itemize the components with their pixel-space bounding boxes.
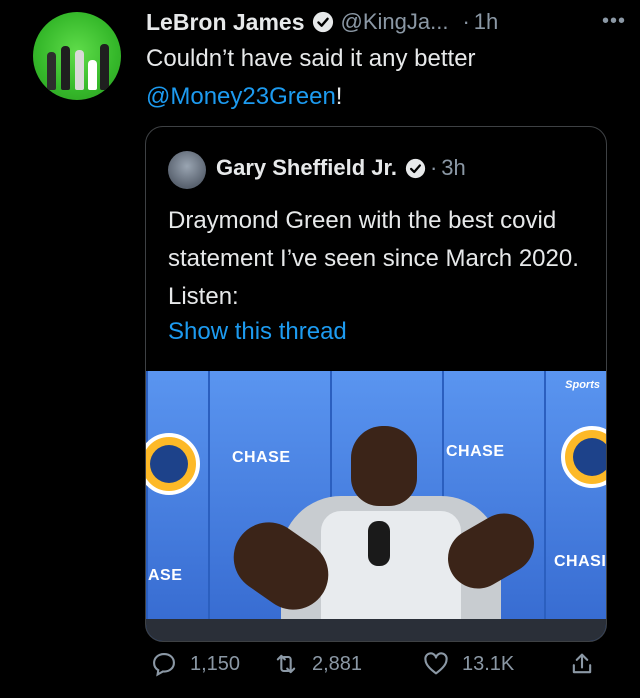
reply-button[interactable]: 1,150 [150,650,240,678]
separator-dot: · [429,155,438,180]
sports-network-badge: Sports [565,379,600,391]
show-thread-link[interactable]: Show this thread [168,318,347,346]
author-handle[interactable]: @KingJa... [341,9,449,35]
tweet-timestamp[interactable]: 1h [474,9,498,35]
tweet-text: Couldn’t have said it any better @Money23… [146,40,616,116]
reply-icon [153,653,175,677]
retweet-icon [276,654,296,674]
like-icon [424,652,448,675]
share-button[interactable] [568,650,596,678]
quoted-tweet-timestamp[interactable]: 3h [441,155,465,181]
retweet-button[interactable]: 2,881 [272,650,362,678]
tweet-text-end: ! [335,83,343,110]
quoted-author-avatar[interactable] [168,151,206,189]
quoted-tweet-text: Draymond Green with the best covid state… [168,207,579,310]
author-name[interactable]: LeBron James [146,9,305,36]
more-icon[interactable]: ••• [602,10,626,33]
quoted-tweet-header: Gary Sheffield Jr. · 3h [216,155,466,181]
quoted-tweet-card[interactable]: Gary Sheffield Jr. · 3h Draymond Green w… [145,126,607,642]
microphone [368,521,390,566]
tweet-text-body: Couldn’t have said it any better [146,45,476,72]
chase-sponsor-text: CHASE [232,449,291,466]
like-button[interactable]: 13.1K [422,650,514,678]
share-icon [572,653,592,674]
separator-dot: · [462,9,470,34]
chase-sponsor-text: CHASI [554,553,606,570]
retweet-count: 2,881 [312,652,363,675]
chase-sponsor-text: CHASE [446,443,505,460]
reply-count: 1,150 [190,652,241,675]
quoted-author-name[interactable]: Gary Sheffield Jr. [216,155,397,181]
mention-link[interactable]: @Money23Green [146,83,336,110]
tweet-actions: 1,150 2,881 13.1K [150,650,610,686]
video-thumbnail[interactable]: CHASE CHASE ASE CHASI Sports [146,371,606,641]
verified-badge-icon [312,11,333,33]
chase-sponsor-text: ASE [148,567,183,584]
like-count: 13.1K [462,652,515,675]
verified-badge-icon [405,158,426,178]
author-avatar[interactable] [33,12,121,100]
tweet-header: LeBron James @KingJa... · 1h [146,8,498,36]
